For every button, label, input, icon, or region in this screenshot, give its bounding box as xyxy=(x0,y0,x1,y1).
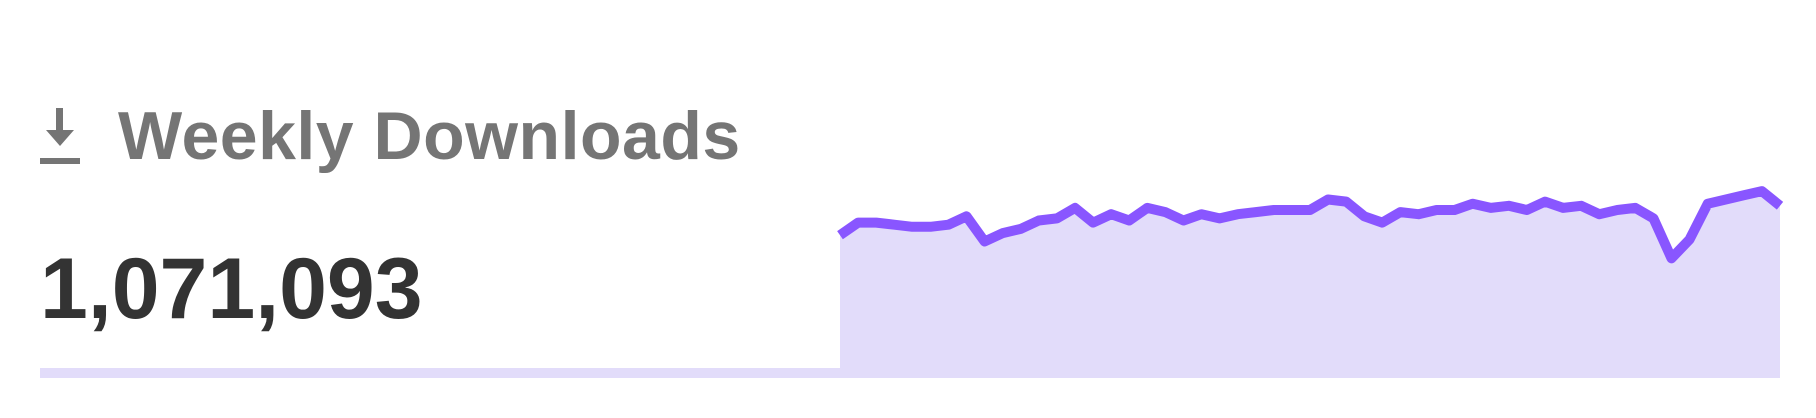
downloads-sparkline xyxy=(837,186,1784,378)
weekly-downloads-title: Weekly Downloads xyxy=(118,98,741,174)
chart-baseline xyxy=(40,368,840,378)
sparkline-area xyxy=(840,191,1780,378)
weekly-downloads-header: Weekly Downloads xyxy=(40,92,741,180)
download-icon xyxy=(40,108,80,164)
weekly-downloads-count: 1,071,093 xyxy=(40,241,423,337)
